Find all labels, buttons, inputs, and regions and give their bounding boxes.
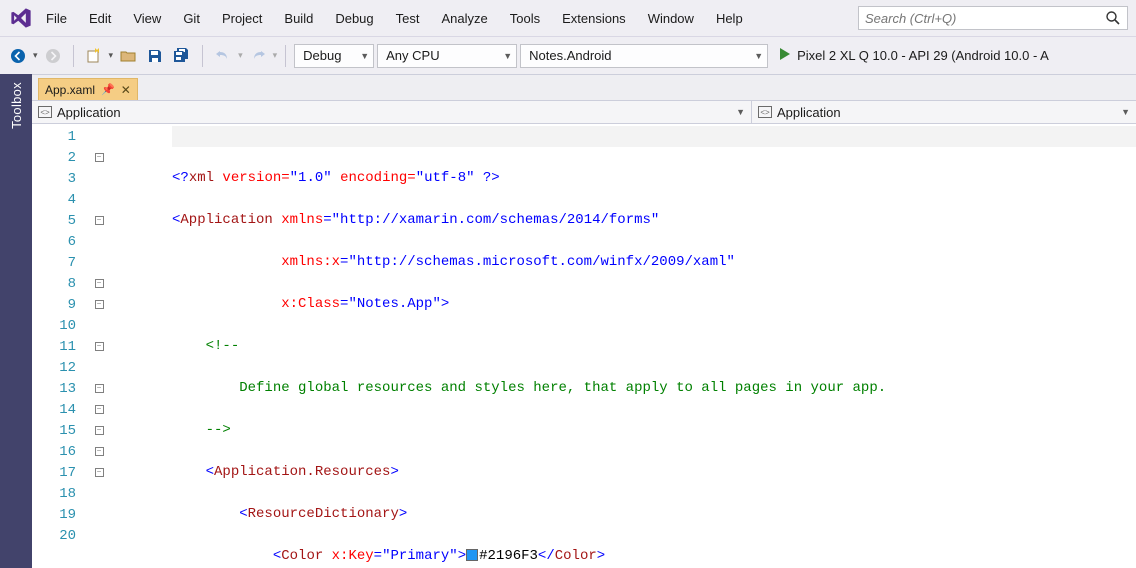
- solution-platform-dropdown[interactable]: Any CPU ▼: [377, 44, 517, 68]
- scope-icon: <>: [38, 106, 52, 118]
- document-tab-bar: App.xaml 📌 ✕: [32, 74, 1136, 100]
- startup-project-dropdown[interactable]: Notes.Android ▼: [520, 44, 768, 68]
- search-input[interactable]: [865, 11, 1105, 26]
- toolbox-label: Toolbox: [9, 82, 24, 129]
- save-button[interactable]: [143, 44, 167, 68]
- line-number-gutter: 1 2− 3 4 5− 6 7 8− 9− 10 11− 12 13− 14− …: [32, 124, 172, 568]
- menu-git[interactable]: Git: [173, 7, 210, 30]
- search-icon: [1105, 10, 1121, 26]
- code-navigation-bar: <> Application ▼ <> Application ▼: [32, 100, 1136, 124]
- menu-bar: File Edit View Git Project Build Debug T…: [0, 0, 1136, 36]
- document-tab[interactable]: App.xaml 📌 ✕: [38, 78, 138, 100]
- open-file-button[interactable]: [116, 44, 140, 68]
- menu-build[interactable]: Build: [274, 7, 323, 30]
- editor-area: App.xaml 📌 ✕ <> Application ▼ <> Applica…: [32, 74, 1136, 568]
- close-icon[interactable]: ✕: [121, 83, 131, 97]
- menu-help[interactable]: Help: [706, 7, 753, 30]
- toolbox-panel-tab[interactable]: Toolbox: [0, 74, 32, 568]
- scope-icon: <>: [758, 106, 772, 118]
- undo-button[interactable]: [211, 44, 235, 68]
- chevron-down-icon: ▼: [736, 107, 745, 117]
- menu-window[interactable]: Window: [638, 7, 704, 30]
- current-line-highlight: [172, 126, 1136, 147]
- toolbar-separator: [285, 45, 286, 67]
- nav-member-label: Application: [777, 105, 841, 120]
- menu-file[interactable]: File: [36, 7, 77, 30]
- nav-member-dropdown[interactable]: <> Application ▼: [752, 101, 1136, 123]
- chevron-down-icon: ▼: [503, 51, 512, 61]
- menu-project[interactable]: Project: [212, 7, 272, 30]
- chevron-down-icon: ▼: [1121, 107, 1130, 117]
- dropdown-value: Notes.Android: [529, 48, 611, 63]
- menu-analyze[interactable]: Analyze: [431, 7, 497, 30]
- menu-view[interactable]: View: [123, 7, 171, 30]
- menu-test[interactable]: Test: [386, 7, 430, 30]
- run-target-label: Pixel 2 XL Q 10.0 - API 29 (Android 10.0…: [797, 48, 1049, 63]
- nav-scope-label: Application: [57, 105, 121, 120]
- nav-forward-button[interactable]: [41, 44, 65, 68]
- dropdown-value: Any CPU: [386, 48, 439, 63]
- toolbar-separator: [202, 45, 203, 67]
- solution-config-dropdown[interactable]: Debug ▼: [294, 44, 374, 68]
- chevron-down-icon: ▼: [360, 51, 369, 61]
- start-debugging-button[interactable]: Pixel 2 XL Q 10.0 - API 29 (Android 10.0…: [771, 44, 1057, 68]
- new-project-button[interactable]: [82, 44, 106, 68]
- pin-icon[interactable]: 📌: [101, 83, 115, 96]
- menu-extensions[interactable]: Extensions: [552, 7, 636, 30]
- code-text[interactable]: <?xml version="1.0" encoding="utf-8" ?> …: [172, 124, 1136, 568]
- nav-back-button[interactable]: [6, 44, 30, 68]
- menu-debug[interactable]: Debug: [325, 7, 383, 30]
- chevron-down-icon: ▼: [754, 51, 763, 61]
- redo-button[interactable]: [246, 44, 270, 68]
- quick-launch-search[interactable]: [858, 6, 1128, 30]
- tab-title: App.xaml: [45, 83, 95, 97]
- standard-toolbar: ▾ ▾ ▾ ▾ Debug▼ Any CPU▼ Notes.Android▼ P…: [0, 36, 1136, 74]
- dropdown-value: Debug: [303, 48, 341, 63]
- menu-edit[interactable]: Edit: [79, 7, 121, 30]
- nav-scope-dropdown[interactable]: <> Application ▼: [32, 101, 752, 123]
- toolbar-separator: [73, 45, 74, 67]
- save-all-button[interactable]: [170, 44, 194, 68]
- vs-logo-icon: [8, 5, 34, 31]
- menu-tools[interactable]: Tools: [500, 7, 550, 30]
- color-swatch-icon: [466, 549, 478, 561]
- code-editor[interactable]: 1 2− 3 4 5− 6 7 8− 9− 10 11− 12 13− 14− …: [32, 124, 1136, 568]
- play-icon: [779, 48, 791, 63]
